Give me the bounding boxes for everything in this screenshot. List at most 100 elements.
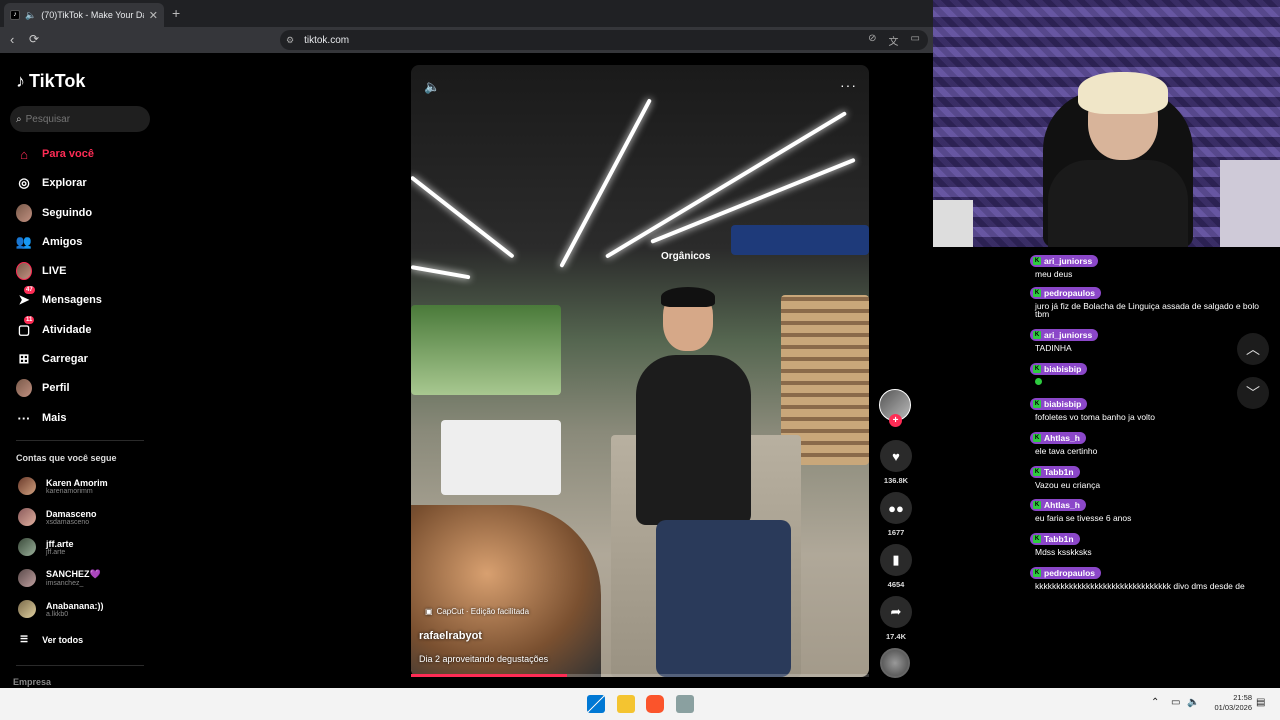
chat-username[interactable]: K Ahtlas_h [1030, 432, 1086, 444]
tiktok-logo[interactable]: ♪ TikTok [16, 71, 85, 92]
nav-for-you[interactable]: ⌂ Para você [16, 143, 94, 165]
see-all-link[interactable]: ☰ Ver todos [20, 634, 83, 645]
next-video-button[interactable]: ﹀ [1237, 377, 1269, 409]
nav-label: Para você [42, 148, 94, 160]
clock-time: 21:58 [1233, 693, 1252, 702]
chat-text: meu deus [1035, 269, 1073, 279]
comment-icon[interactable]: ●● [880, 492, 912, 524]
browser-tab-bar: ♪ 🔈 (70)TikTok - Make Your Day ✕ + [0, 0, 933, 27]
nav-messages[interactable]: ➤ 47 Mensagens [16, 286, 102, 311]
more-options-icon[interactable]: ··· [840, 77, 857, 93]
volume-tray-icon[interactable]: 🔈 [1187, 697, 1199, 708]
streamer-body [1048, 160, 1188, 247]
upload-icon: ⊞ [18, 351, 30, 366]
chevron-down-icon: ﹀ [1246, 385, 1260, 401]
chat-username[interactable]: Kpedropaulos [1030, 567, 1102, 579]
site-info-icon[interactable]: ⚙ [286, 35, 294, 46]
account-handle: xsdamasceno [46, 518, 90, 526]
comment-action[interactable]: ●● 1677 [879, 492, 913, 537]
list-icon: ☰ [20, 634, 29, 644]
ceiling-light [559, 98, 652, 268]
search-box[interactable]: ⌕ [10, 106, 150, 132]
chat-text: ele tava certinho [1035, 446, 1098, 456]
omnibox[interactable]: ⚙ tiktok.com ⊘ 文 ▭ [280, 30, 928, 50]
bed [1220, 160, 1280, 247]
live-icon [16, 262, 32, 280]
app-icon[interactable] [676, 695, 694, 713]
tray-chevron-icon[interactable]: ⌃ [1151, 697, 1159, 708]
account-name: jff.arte [46, 538, 74, 549]
notification-icon[interactable]: ▤ [1256, 697, 1265, 708]
tab-title: (70)TikTok - Make Your Day [41, 10, 144, 20]
heart-icon[interactable]: ♥ [880, 440, 912, 472]
kick-badge-icon: K [1033, 468, 1041, 476]
nav-upload[interactable]: ⊞ Carregar [16, 348, 88, 370]
video-progress[interactable] [411, 674, 869, 677]
network-icon[interactable]: ▭ [1171, 697, 1180, 708]
chat-text: Mdss ksskksks [1035, 547, 1092, 557]
speaker-icon[interactable]: 🔈 [25, 10, 36, 21]
browser-tab[interactable]: ♪ 🔈 (70)TikTok - Make Your Day ✕ [4, 3, 164, 27]
nav-live[interactable]: LIVE [16, 260, 66, 282]
nav-profile[interactable]: Perfil [16, 377, 70, 399]
cast-icon[interactable]: ▭ [911, 33, 920, 48]
divider [16, 665, 144, 666]
followed-account[interactable]: Anabanana:)) a.lkkb0 [18, 600, 104, 618]
sound-disc-icon[interactable] [880, 648, 910, 678]
chat-text: fofoletes vo toma banho ja volto [1035, 412, 1156, 422]
previous-video-button[interactable]: ︿ [1237, 333, 1269, 365]
chat-username[interactable]: K Ahtlas_h [1030, 499, 1086, 511]
mute-site-icon[interactable]: ⊘ [868, 33, 876, 48]
volume-icon[interactable]: 🔈 [424, 79, 440, 95]
followed-account[interactable]: SANCHEZ💜 imsanchez_ [18, 569, 101, 587]
more-icon: ··· [17, 410, 31, 426]
capcut-icon: ▣ [425, 607, 433, 616]
nav-following[interactable]: Seguindo [16, 202, 92, 224]
company-link[interactable]: Empresa [13, 677, 51, 687]
nav-friends[interactable]: 👥 Amigos [16, 231, 82, 253]
followed-account[interactable]: jff.arte jff.arte [18, 538, 74, 556]
kick-badge-icon: K [1033, 434, 1041, 442]
chat-username[interactable]: Kpedropaulos [1030, 287, 1102, 299]
account-name: Karen Amorim [46, 477, 108, 488]
kick-badge-icon: K [1033, 331, 1041, 339]
start-icon[interactable] [587, 695, 605, 713]
bookmark-icon[interactable]: ▮ [880, 544, 912, 576]
profile-icon [16, 379, 32, 397]
chat-text: eu faria se tivesse 6 anos [1035, 513, 1132, 523]
file-explorer-icon[interactable] [617, 695, 635, 713]
chat-username[interactable]: Kari_juniorss [1030, 255, 1099, 267]
nav-more[interactable]: ··· Mais [16, 407, 67, 429]
chat-username[interactable]: Kari_juniorss [1030, 329, 1099, 341]
search-input[interactable] [25, 113, 126, 125]
chat-username[interactable]: K Tabb1n [1030, 533, 1080, 545]
save-action[interactable]: ▮ 4654 [879, 544, 913, 589]
nav-activity[interactable]: ▢ 11 Atividade [16, 316, 92, 341]
video-player[interactable]: Orgânicos [411, 65, 869, 677]
like-action[interactable]: ♥ 136.8K [879, 440, 913, 485]
follow-plus-icon[interactable]: + [889, 414, 902, 427]
logo-text: TikTok [29, 71, 86, 91]
share-action[interactable]: ➦ 17.4K [879, 596, 913, 641]
avatar [18, 600, 36, 618]
capcut-tag[interactable]: ▣ CapCut · Edição facilitada [425, 607, 529, 616]
avatar [18, 477, 36, 495]
share-icon[interactable]: ➦ [880, 596, 912, 628]
video-author[interactable]: rafaelrabyot [419, 630, 482, 642]
reload-icon[interactable]: ⟳ [29, 32, 39, 46]
chat-username[interactable]: K Tabb1n [1030, 466, 1080, 478]
translate-icon[interactable]: 文 [889, 33, 899, 48]
followed-account[interactable]: Karen Amorim karenamorimm [18, 477, 108, 495]
back-icon[interactable]: ‹ [10, 32, 14, 47]
hair-net [661, 287, 715, 307]
new-tab-button[interactable]: + [172, 5, 180, 21]
chat-username[interactable]: Kbiabisbip [1030, 363, 1088, 375]
nav-label: LIVE [42, 265, 67, 277]
taskbar-clock[interactable]: 21:58 01/03/2026 [1206, 693, 1252, 713]
chat-username[interactable]: Kbiabisbip [1030, 398, 1088, 410]
activity-badge: 11 [24, 316, 35, 324]
followed-account[interactable]: Damasceno xsdamasceno [18, 508, 97, 526]
close-tab-icon[interactable]: ✕ [149, 9, 158, 22]
nav-explore[interactable]: ◎ Explorar [16, 172, 86, 194]
brave-browser-icon[interactable] [646, 695, 664, 713]
